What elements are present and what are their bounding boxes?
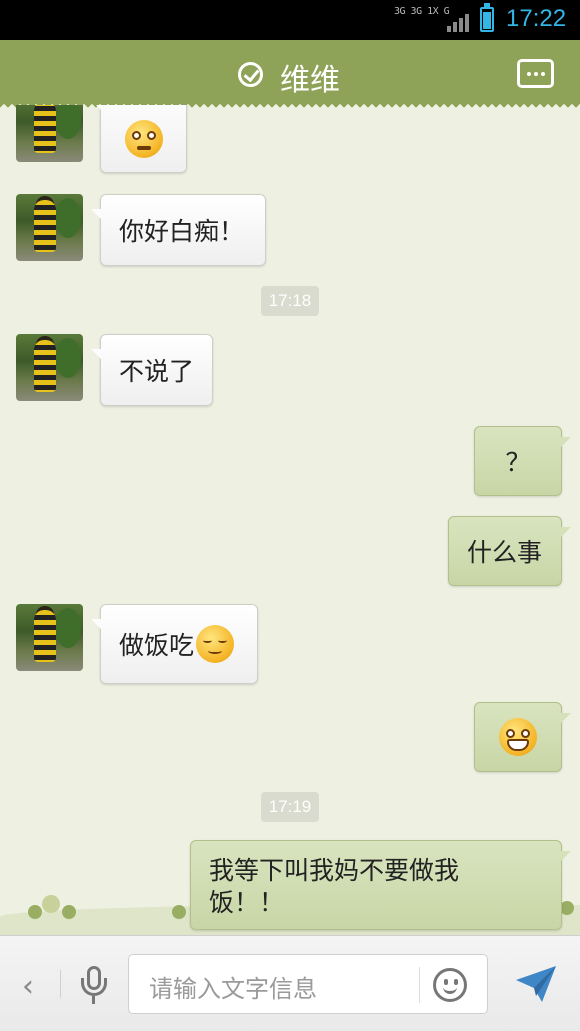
message-bubble-outgoing[interactable]: ？ [474, 426, 571, 496]
divider [419, 967, 420, 1003]
voice-input-button[interactable] [80, 966, 108, 1006]
status-bar: 3G 3G 1X G 17:22 [0, 0, 580, 40]
message-timestamp: 17:18 [261, 286, 319, 316]
message-input[interactable]: 请输入文字信息 [128, 954, 488, 1014]
status-time: 17:22 [506, 5, 567, 32]
smile-face-icon [196, 625, 235, 663]
message-text: 不说了 [119, 357, 195, 386]
message-text: 你好白痴！ [119, 217, 245, 246]
message-text: ？ [505, 448, 531, 477]
contact-avatar[interactable] [16, 604, 83, 671]
contact-name: 维维 [280, 63, 340, 98]
message-bubble-outgoing[interactable]: 我等下叫我妈不要做我饭！！ [190, 840, 571, 930]
send-icon[interactable] [514, 962, 558, 1006]
message-input-placeholder: 请输入文字信息 [149, 975, 317, 1003]
message-timestamp: 17:19 [261, 792, 319, 822]
tree-decoration [42, 895, 60, 913]
divider [60, 970, 61, 998]
battery-icon [480, 3, 494, 32]
signal-icon [447, 12, 469, 32]
shocked-face-icon [125, 120, 163, 158]
message-text: 什么事 [467, 538, 543, 567]
message-bubble-incoming[interactable] [91, 105, 187, 173]
message-bubble-outgoing[interactable] [474, 702, 571, 772]
grin-face-icon [499, 718, 537, 756]
tree-decoration [28, 905, 42, 919]
tree-decoration [560, 901, 574, 915]
message-text: 我等下叫我妈不要做我饭！！ [209, 856, 460, 917]
input-bar: ‹ 请输入文字信息 [0, 935, 580, 1031]
network-indicator: 3G 3G 1X G [394, 6, 450, 17]
message-bubble-incoming[interactable]: 做饭吃 [91, 604, 258, 684]
contact-avatar[interactable] [16, 105, 83, 162]
chat-header: 维维 [0, 40, 580, 109]
contact-avatar[interactable] [16, 194, 83, 261]
more-options-button[interactable] [517, 59, 554, 88]
tree-decoration [172, 905, 186, 919]
check-circle-icon [238, 62, 263, 87]
message-bubble-incoming[interactable]: 不说了 [91, 334, 213, 406]
chevron-left-icon[interactable]: ‹ [22, 969, 34, 1004]
message-bubble-incoming[interactable]: 你好白痴！ [91, 194, 266, 266]
tree-decoration [62, 905, 76, 919]
message-list[interactable]: 你好白痴！ 17:18 不说了 ？ 什么事 做饭吃 17:19 我等下叫我妈不要… [0, 105, 580, 935]
emoji-button[interactable] [433, 968, 467, 1002]
contact-avatar[interactable] [16, 334, 83, 401]
message-text: 做饭吃 [119, 631, 195, 660]
message-bubble-outgoing[interactable]: 什么事 [448, 516, 571, 586]
